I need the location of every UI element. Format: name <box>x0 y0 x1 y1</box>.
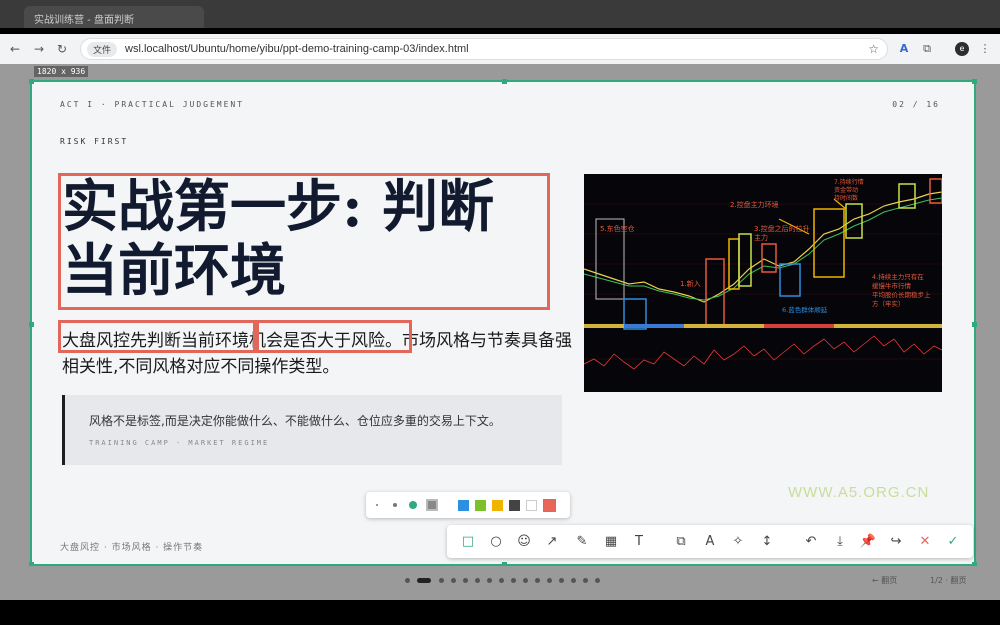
chart-band <box>624 324 684 328</box>
chart-label: 1.新入 <box>680 279 701 288</box>
resize-handle[interactable] <box>972 79 977 84</box>
mosaic-icon[interactable]: ▦ <box>602 533 620 551</box>
url-text: wsl.localhost/Ubuntu/home/yibu/ppt-demo-… <box>125 43 469 55</box>
cancel-icon[interactable]: ✕ <box>916 533 934 551</box>
quote-block: 风格不是标签,而是决定你能做什么、不能做什么、仓位应多重的交易上下文。 TRAI… <box>62 395 562 465</box>
magic-icon[interactable]: ✧ <box>729 533 747 551</box>
size-large-dot[interactable] <box>409 501 417 509</box>
chart-band <box>764 324 834 328</box>
site-info-chip[interactable]: 文件 <box>87 42 118 57</box>
slide-dot[interactable] <box>595 578 600 583</box>
stock-chart-svg: 5.东色空仓 2.控盘主力环境 3.控盘之后的拉升 主力 7.持续行情 资金带动… <box>583 174 943 392</box>
slide-dot[interactable] <box>559 578 564 583</box>
nav-hint-right: 1/2 · 翻页 <box>930 576 967 585</box>
undo-icon[interactable]: ↶ <box>802 533 820 551</box>
kicker-label: RISK FIRST <box>60 137 129 146</box>
back-icon[interactable]: ← <box>10 42 20 56</box>
browser-toolbar: ← → ↻ 文件 wsl.localhost/Ubuntu/home/yibu/… <box>0 34 1000 64</box>
chart-label: 主力 <box>754 233 768 242</box>
slide-dot-active[interactable] <box>417 578 431 583</box>
pin-icon[interactable]: 📌 <box>859 533 877 551</box>
browser-tab[interactable]: 实战训练营 - 盘面判断 <box>24 6 204 28</box>
quote-text: 风格不是标签,而是决定你能做什么、不能做什么、仓位应多重的交易上下文。 <box>89 414 501 428</box>
ellipse-icon[interactable]: ○ <box>487 533 505 551</box>
slide-dot[interactable] <box>487 578 492 583</box>
watermark: WWW.A5.ORG.CN <box>788 484 930 501</box>
browser-titlebar: 实战训练营 - 盘面判断 <box>0 0 1000 28</box>
chart-label: 平均股价长期稳步上 <box>872 290 931 299</box>
resize-handle[interactable] <box>29 79 34 84</box>
slide-dot[interactable] <box>405 578 410 583</box>
arrow-icon[interactable]: ↗ <box>543 533 561 551</box>
slide-dot[interactable] <box>451 578 456 583</box>
chart-label: 7.持续行情 <box>834 178 864 186</box>
slide-dot[interactable] <box>571 578 576 583</box>
act-label: ACT I · PRACTICAL JUDGEMENT <box>60 100 245 109</box>
nav-hint-left: ← 翻页 <box>872 576 898 585</box>
size-small-dot[interactable] <box>376 504 378 506</box>
text-icon[interactable]: T <box>630 533 648 551</box>
pin-window-icon[interactable]: ⧉ <box>672 533 690 551</box>
pen-icon[interactable]: ✎ <box>573 533 591 551</box>
chart-label: 缓慢牛市行情 <box>872 281 912 290</box>
annotation-rect[interactable] <box>58 320 256 353</box>
chart-label: 4.持续主力只有在 <box>872 272 924 281</box>
color-swatch-yellow[interactable] <box>492 500 503 511</box>
color-swatch-green[interactable] <box>475 500 486 511</box>
slide-dot[interactable] <box>523 578 528 583</box>
save-icon[interactable]: ⤓ <box>831 533 849 551</box>
translate-icon[interactable]: A <box>897 42 911 56</box>
color-swatch-blue[interactable] <box>458 500 469 511</box>
menu-icon[interactable]: ⋮ <box>978 42 992 56</box>
quote-source: TRAINING CAMP · MARKET REGIME <box>89 439 270 447</box>
screen-bottom-bar <box>0 600 1000 625</box>
forward-icon[interactable]: → <box>34 42 44 56</box>
resize-handle[interactable] <box>502 79 507 84</box>
chart-label: 3.控盘之后的拉升 <box>754 224 810 233</box>
chart-label: 资金带动 <box>834 186 858 194</box>
address-bar[interactable]: 文件 wsl.localhost/Ubuntu/home/yibu/ppt-de… <box>80 38 888 60</box>
page-indicator: 02 / 16 <box>892 100 940 109</box>
extensions-icon[interactable]: ⧉ <box>920 42 934 56</box>
chart-label: 2.控盘主力环境 <box>730 200 779 209</box>
size-xl-square[interactable] <box>426 499 438 511</box>
stock-chart-image: 5.东色空仓 2.控盘主力环境 3.控盘之后的拉升 主力 7.持续行情 资金带动… <box>583 174 943 392</box>
resize-handle[interactable] <box>972 322 977 327</box>
slide-footer: 大盘风控 · 市场风格 · 操作节奏 <box>60 543 204 553</box>
bookmark-star-icon[interactable]: ☆ <box>868 42 879 56</box>
share-icon[interactable]: ↪ <box>887 533 905 551</box>
chart-label: 5.东色空仓 <box>600 224 635 233</box>
slide-dot[interactable] <box>475 578 480 583</box>
emoji-icon[interactable]: ☺ <box>515 533 533 551</box>
slide-dot[interactable] <box>511 578 516 583</box>
chart-label: 持时间数 <box>834 194 858 202</box>
ocr-icon[interactable]: A <box>701 533 719 551</box>
slide-dot[interactable] <box>463 578 468 583</box>
slide-dot[interactable] <box>547 578 552 583</box>
slide-dot[interactable] <box>583 578 588 583</box>
color-swatch-white[interactable] <box>526 500 537 511</box>
chart-label: 6.蓝色群体顺延 <box>782 305 828 314</box>
reload-icon[interactable]: ↻ <box>57 42 67 56</box>
annotation-rect[interactable] <box>58 173 550 310</box>
confirm-icon[interactable]: ✓ <box>944 533 962 551</box>
color-palette <box>366 492 570 518</box>
color-swatch-red[interactable] <box>543 499 556 512</box>
capture-size-label: 1820 x 936 <box>34 66 89 77</box>
size-medium-dot[interactable] <box>393 503 397 507</box>
annotation-toolbar: □ ○ ☺ ↗ ✎ ▦ T ⧉ A ✧ ↕ ↶ ⤓ 📌 ↪ ✕ ✓ <box>447 525 973 558</box>
profile-avatar[interactable]: e <box>955 42 969 56</box>
color-swatch-dark[interactable] <box>509 500 520 511</box>
chart-label: 方（牢实） <box>872 299 905 308</box>
slide-dot[interactable] <box>499 578 504 583</box>
annotation-rect[interactable] <box>256 320 412 353</box>
scroll-icon[interactable]: ↕ <box>758 533 776 551</box>
slide-dot[interactable] <box>439 578 444 583</box>
slide-nav-bar <box>0 566 1000 600</box>
slide-dot[interactable] <box>535 578 540 583</box>
rect-icon[interactable]: □ <box>459 533 477 551</box>
resize-handle[interactable] <box>29 322 34 327</box>
